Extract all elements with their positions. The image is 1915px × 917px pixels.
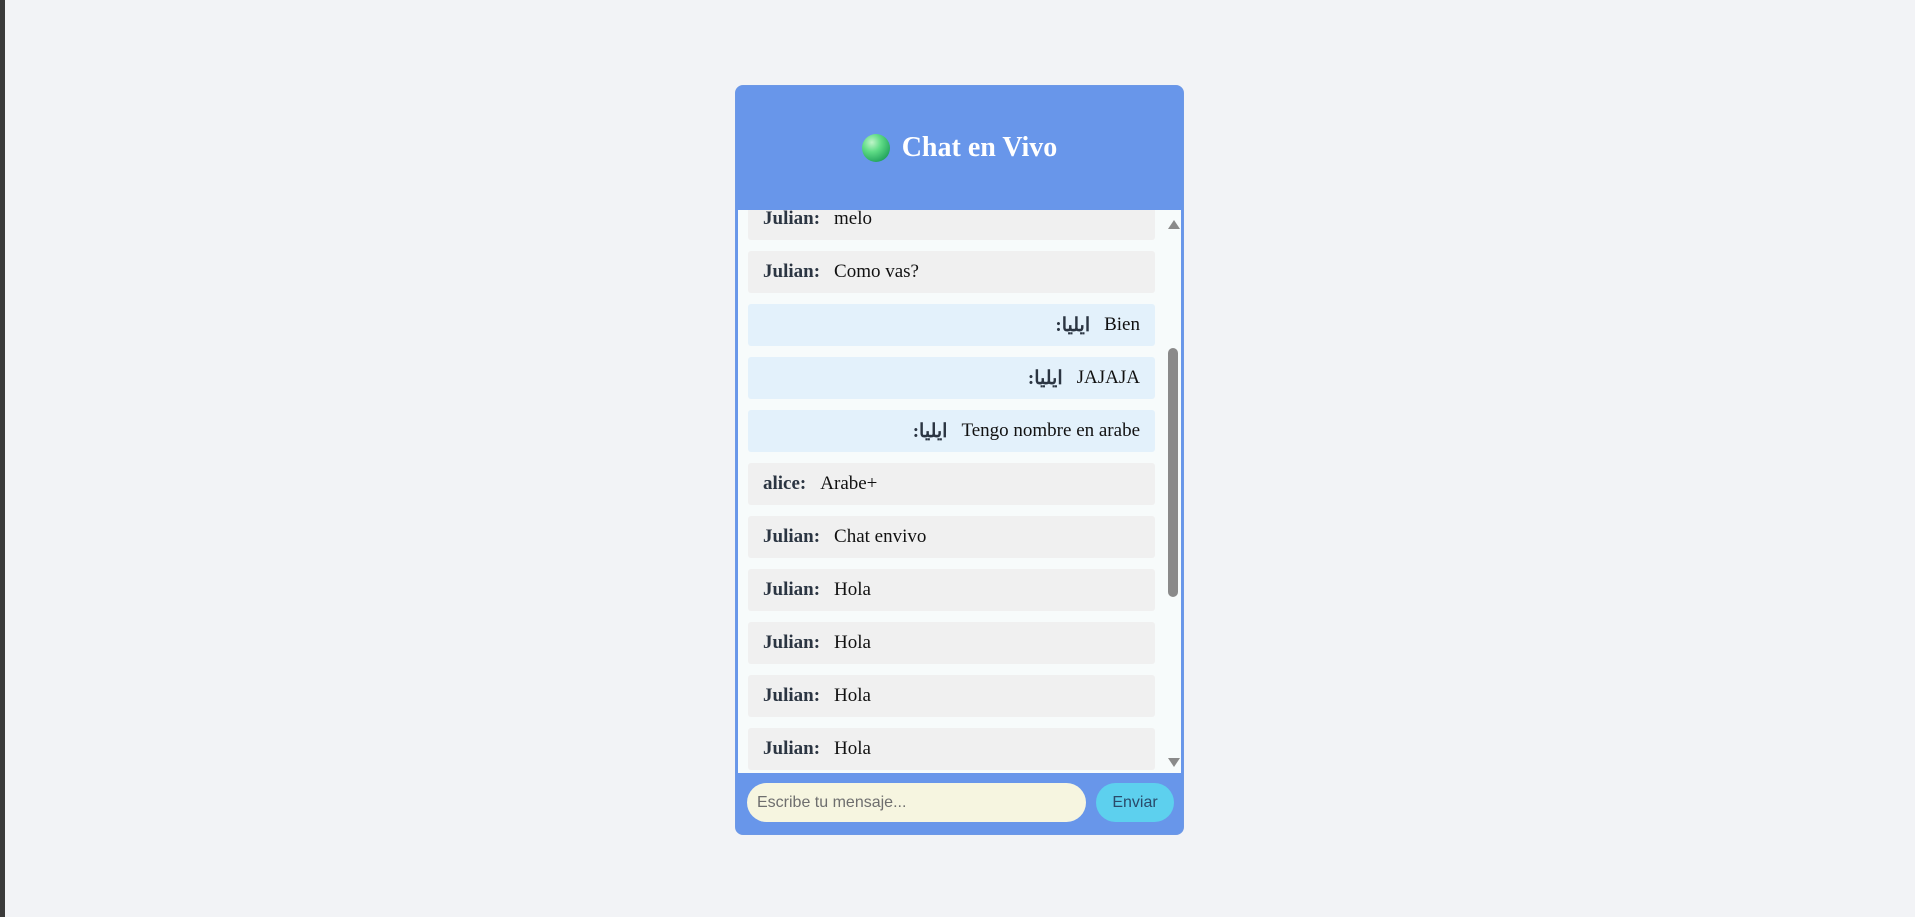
chat-message: Julian: Como vas?	[748, 251, 1155, 293]
message-text: Hola	[834, 579, 871, 600]
chat-message: alice: Arabe+	[748, 463, 1155, 505]
chat-title: Chat en Vivo	[901, 132, 1058, 163]
message-text: Como vas?	[834, 261, 919, 282]
scroll-up-arrow-icon[interactable]	[1168, 220, 1180, 229]
message-author: Julian:	[763, 738, 821, 759]
message-text: Hola	[834, 738, 871, 759]
online-status-icon	[861, 134, 890, 162]
messages-list: Julian: melo Julian: Como vas? ايليا: Bien ايل…	[748, 210, 1155, 773]
message-author: ايليا:	[1055, 314, 1091, 336]
message-composer: Enviar	[736, 773, 1183, 834]
scroll-down-arrow-icon[interactable]	[1168, 758, 1180, 767]
chat-message: Julian: melo	[748, 210, 1155, 240]
messages-area[interactable]: Julian: melo Julian: Como vas? ايليا: Bien ايل…	[738, 210, 1181, 773]
chat-message: Julian: Chat envivo	[748, 516, 1155, 558]
send-button[interactable]: Enviar	[1096, 783, 1174, 822]
message-author: Julian:	[763, 261, 821, 282]
message-text: melo	[834, 210, 873, 229]
message-author: ايليا:	[912, 420, 948, 442]
message-text: Chat envivo	[834, 526, 927, 547]
chat-header: Chat en Vivo	[736, 86, 1183, 210]
chat-message: Julian: Hola	[748, 622, 1155, 664]
message-author: Julian:	[763, 210, 821, 229]
message-author: Julian:	[763, 526, 821, 547]
window-edge	[0, 0, 5, 917]
message-author: Julian:	[763, 579, 821, 600]
scrollbar-thumb[interactable]	[1168, 348, 1178, 597]
chat-message: Julian: Hola	[748, 569, 1155, 611]
messages-scrollbar[interactable]	[1165, 210, 1181, 773]
message-text: Hola	[834, 632, 871, 653]
message-text: Hola	[834, 685, 871, 706]
message-text: JAJAJA	[1076, 367, 1140, 388]
chat-message: ايليا: JAJAJA	[748, 357, 1155, 399]
message-text: Arabe+	[820, 473, 878, 494]
chat-window: Chat en Vivo Julian: melo Julian: Como vas?…	[735, 85, 1184, 835]
message-author: ايليا:	[1027, 367, 1063, 389]
chat-message: ايليا: Tengo nombre en arabe	[748, 410, 1155, 452]
message-text: Bien	[1104, 314, 1140, 335]
message-author: alice:	[763, 473, 807, 494]
message-input[interactable]	[747, 783, 1086, 822]
chat-message: ايليا: Bien	[748, 304, 1155, 346]
chat-message: Julian: Hola	[748, 675, 1155, 717]
chat-message: Julian: Hola	[748, 728, 1155, 770]
message-author: Julian:	[763, 685, 821, 706]
message-text: Tengo nombre en arabe	[961, 420, 1140, 441]
message-author: Julian:	[763, 632, 821, 653]
